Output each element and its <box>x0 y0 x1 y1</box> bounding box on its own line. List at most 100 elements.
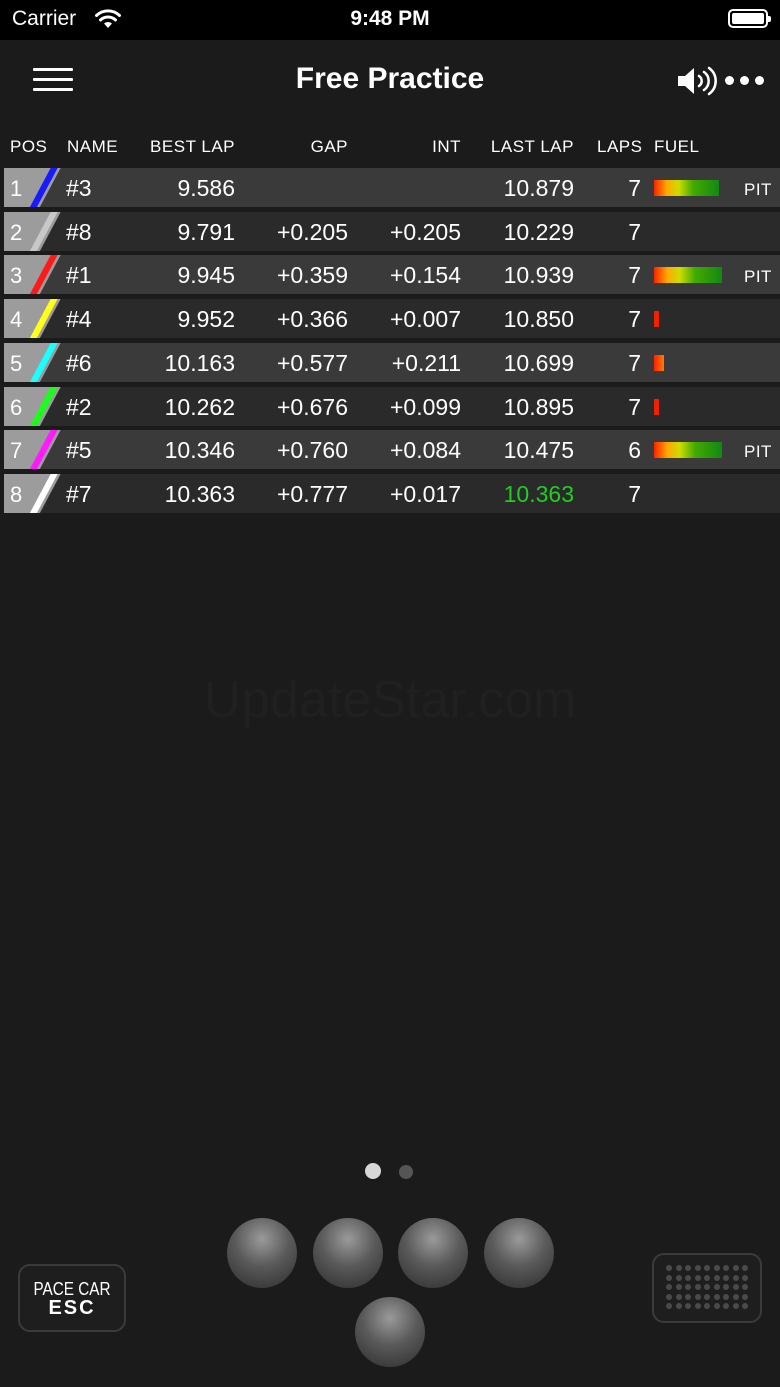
header-name: NAME <box>67 137 119 156</box>
fuel-bar <box>654 180 719 196</box>
laps: 7 <box>628 306 641 333</box>
control-button-5[interactable] <box>355 1297 425 1367</box>
gap: +0.366 <box>277 306 348 333</box>
gap: +0.205 <box>277 218 348 245</box>
header-best-lap: BEST LAP <box>150 137 235 156</box>
gap: +0.777 <box>277 480 348 507</box>
interval: +0.154 <box>390 262 461 289</box>
interval: +0.007 <box>390 306 461 333</box>
position-number: 1 <box>10 176 23 201</box>
pit-indicator: PIT <box>744 442 772 462</box>
page-dot-1[interactable] <box>365 1163 381 1179</box>
best-lap: 9.945 <box>177 262 235 289</box>
battery-icon <box>728 9 771 28</box>
last-lap: 10.475 <box>503 437 574 464</box>
laps: 7 <box>628 175 641 201</box>
best-lap: 9.586 <box>177 175 235 201</box>
interval: +0.211 <box>391 349 461 376</box>
position-badge: 1 <box>4 168 62 207</box>
header-pos: POS <box>10 137 48 156</box>
status-time: 9:48 PM <box>350 7 430 30</box>
position-number: 6 <box>10 394 23 420</box>
keypad-icon <box>666 1265 750 1311</box>
driver-name: #7 <box>66 480 92 507</box>
table-row[interactable]: 8 #7 10.363 +0.777 +0.017 10.363 7 <box>4 473 780 513</box>
keypad-button[interactable] <box>652 1253 762 1323</box>
table-row[interactable]: 5 #6 10.163 +0.577 +0.211 10.699 7 <box>4 342 780 382</box>
driver-name: #1 <box>66 262 92 289</box>
table-row[interactable]: 7 #5 10.346 +0.760 +0.084 10.475 6 PIT <box>4 430 780 470</box>
driver-name: #5 <box>66 437 92 464</box>
best-lap: 10.363 <box>164 480 235 507</box>
position-number: 5 <box>10 350 23 376</box>
table-row[interactable]: 2 #8 9.791 +0.205 +0.205 10.229 7 <box>4 211 780 251</box>
gap: +0.676 <box>277 393 348 420</box>
header-last-lap: LAST LAP <box>490 137 574 156</box>
best-lap: 9.952 <box>177 306 235 333</box>
header-laps: LAPS <box>597 137 643 156</box>
fuel-bar <box>654 267 722 284</box>
table-row[interactable]: 1 #3 9.586 10.879 7 PIT <box>4 168 780 207</box>
position-badge: 8 <box>4 473 62 513</box>
fuel-bar <box>654 354 664 371</box>
interval: +0.205 <box>390 218 461 245</box>
fuel-bar <box>654 442 722 459</box>
position-number: 2 <box>10 219 23 245</box>
table-row[interactable]: 4 #4 9.952 +0.366 +0.007 10.850 7 <box>4 299 780 339</box>
table-row[interactable]: 6 #2 10.262 +0.676 +0.099 10.895 7 <box>4 386 780 426</box>
control-button-1[interactable] <box>227 1218 297 1288</box>
laps: 6 <box>628 437 641 464</box>
position-badge: 3 <box>4 255 62 295</box>
gap: +0.359 <box>277 262 348 289</box>
laps: 7 <box>628 349 641 376</box>
esc-label: ESC <box>48 1297 96 1319</box>
pace-car-esc-button[interactable]: PACE CAR ESC <box>18 1264 126 1332</box>
last-lap: 10.939 <box>503 262 574 289</box>
position-badge: 6 <box>4 386 62 426</box>
control-button-2[interactable] <box>313 1218 383 1288</box>
fuel-bar <box>654 398 659 415</box>
table-row[interactable]: 3 #1 9.945 +0.359 +0.154 10.939 7 PIT <box>4 255 780 295</box>
last-lap: 10.850 <box>503 306 574 333</box>
position-badge: 7 <box>4 430 62 470</box>
driver-name: #3 <box>66 175 92 201</box>
last-lap: 10.363 <box>503 480 574 507</box>
laps: 7 <box>628 393 641 420</box>
status-bar: Carrier 9:48 PM <box>0 0 780 40</box>
last-lap: 10.699 <box>503 349 574 376</box>
control-button-4[interactable] <box>484 1218 554 1288</box>
driver-name: #8 <box>66 218 92 245</box>
more-icon[interactable] <box>725 76 765 86</box>
position-number: 8 <box>10 481 23 507</box>
position-badge: 2 <box>4 211 62 251</box>
laps: 7 <box>628 262 641 289</box>
table-header: POS NAME BEST LAP GAP INT LAST LAP LAPS … <box>0 134 780 160</box>
pit-indicator: PIT <box>744 180 772 199</box>
last-lap: 10.895 <box>503 393 574 420</box>
interval: +0.084 <box>390 437 461 464</box>
header-fuel: FUEL <box>654 137 700 156</box>
header-int: INT <box>432 137 461 156</box>
driver-name: #2 <box>66 393 92 420</box>
page-indicator[interactable] <box>0 1163 780 1179</box>
fuel-bar <box>654 311 659 328</box>
page-title: Free Practice <box>295 62 485 95</box>
position-number: 4 <box>10 307 23 333</box>
laps: 7 <box>628 480 641 507</box>
last-lap: 10.879 <box>503 175 574 201</box>
header-gap: GAP <box>310 137 348 156</box>
control-button-3[interactable] <box>398 1218 468 1288</box>
best-lap: 9.791 <box>177 218 235 245</box>
pit-indicator: PIT <box>744 267 772 287</box>
driver-name: #4 <box>66 306 92 333</box>
speaker-icon[interactable] <box>676 65 718 97</box>
gap: +0.760 <box>277 437 348 464</box>
page-dot-2[interactable] <box>399 1165 413 1179</box>
best-lap: 10.163 <box>164 349 235 376</box>
gap: +0.577 <box>277 349 348 376</box>
interval: +0.017 <box>390 480 461 507</box>
position-badge: 4 <box>4 299 62 339</box>
position-number: 7 <box>10 438 23 464</box>
best-lap: 10.262 <box>164 393 235 420</box>
nav-bar: Free Practice <box>0 40 780 122</box>
